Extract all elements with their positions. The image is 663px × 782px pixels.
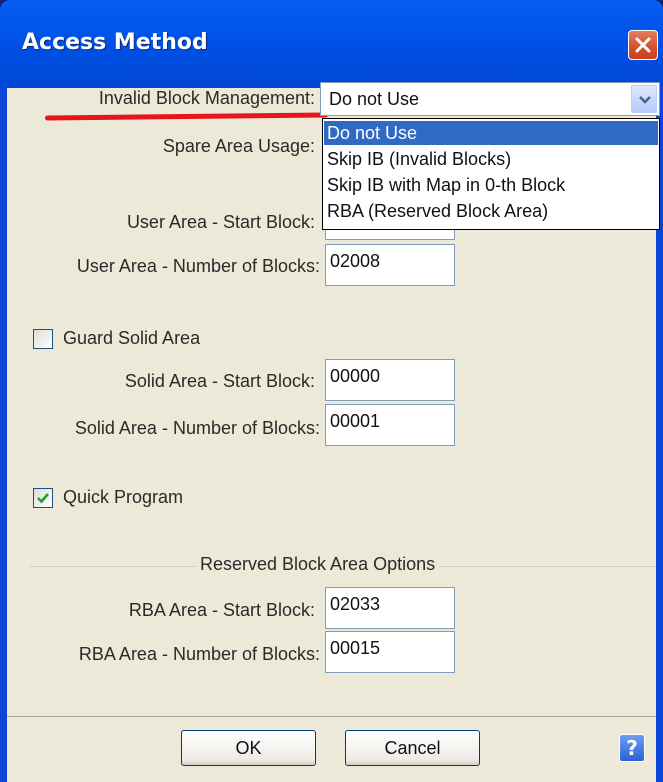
rba-start-input[interactable]: 02033 xyxy=(325,587,455,629)
user-area-number-input[interactable]: 02008 xyxy=(325,244,455,286)
invalid-block-select[interactable]: Do not Use xyxy=(320,82,660,116)
quick-program-checkbox[interactable] xyxy=(33,488,53,508)
solid-area-number-label: Solid Area - Number of Blocks: xyxy=(74,418,320,438)
checkmark-icon xyxy=(37,493,49,504)
rba-start-label: RBA Area - Start Block: xyxy=(128,600,315,620)
dropdown-arrow-button[interactable] xyxy=(631,85,657,113)
invalid-block-selected-value: Do not Use xyxy=(329,89,420,109)
quick-program-label: Quick Program xyxy=(63,487,184,507)
title-bar[interactable]: Access Method xyxy=(0,0,663,88)
window-title: Access Method xyxy=(22,30,208,55)
invalid-block-label: Invalid Block Management: xyxy=(98,88,315,108)
dropdown-option[interactable]: RBA (Reserved Block Area) xyxy=(324,199,658,223)
dropdown-option[interactable]: Skip IB (Invalid Blocks) xyxy=(324,147,658,171)
rba-number-input[interactable]: 00015 xyxy=(325,631,455,673)
invalid-block-dropdown-list[interactable]: Do not Use Skip IB (Invalid Blocks) Skip… xyxy=(322,118,660,230)
help-button[interactable]: ? xyxy=(619,734,645,762)
close-button[interactable] xyxy=(628,30,658,60)
solid-area-number-input[interactable]: 00001 xyxy=(325,404,455,446)
footer-separator xyxy=(7,716,656,717)
solid-area-start-input[interactable]: 00000 xyxy=(325,359,455,401)
rba-group-title: Reserved Block Area Options xyxy=(196,554,440,575)
dropdown-option[interactable]: Do not Use xyxy=(324,121,658,145)
ok-button[interactable]: OK xyxy=(181,730,316,766)
dropdown-option[interactable]: Skip IB with Map in 0-th Block xyxy=(324,173,658,197)
solid-area-start-label: Solid Area - Start Block: xyxy=(124,371,315,391)
rba-number-label: RBA Area - Number of Blocks: xyxy=(78,644,320,664)
user-area-start-label: User Area - Start Block: xyxy=(126,212,315,232)
guard-solid-area-label: Guard Solid Area xyxy=(63,328,201,348)
help-icon: ? xyxy=(626,736,638,760)
user-area-number-label: User Area - Number of Blocks: xyxy=(76,256,320,276)
spare-area-label: Spare Area Usage: xyxy=(162,136,315,156)
cancel-button[interactable]: Cancel xyxy=(345,730,480,766)
chevron-down-icon xyxy=(639,96,651,104)
guard-solid-area-checkbox[interactable] xyxy=(33,329,53,349)
close-icon xyxy=(635,37,651,53)
